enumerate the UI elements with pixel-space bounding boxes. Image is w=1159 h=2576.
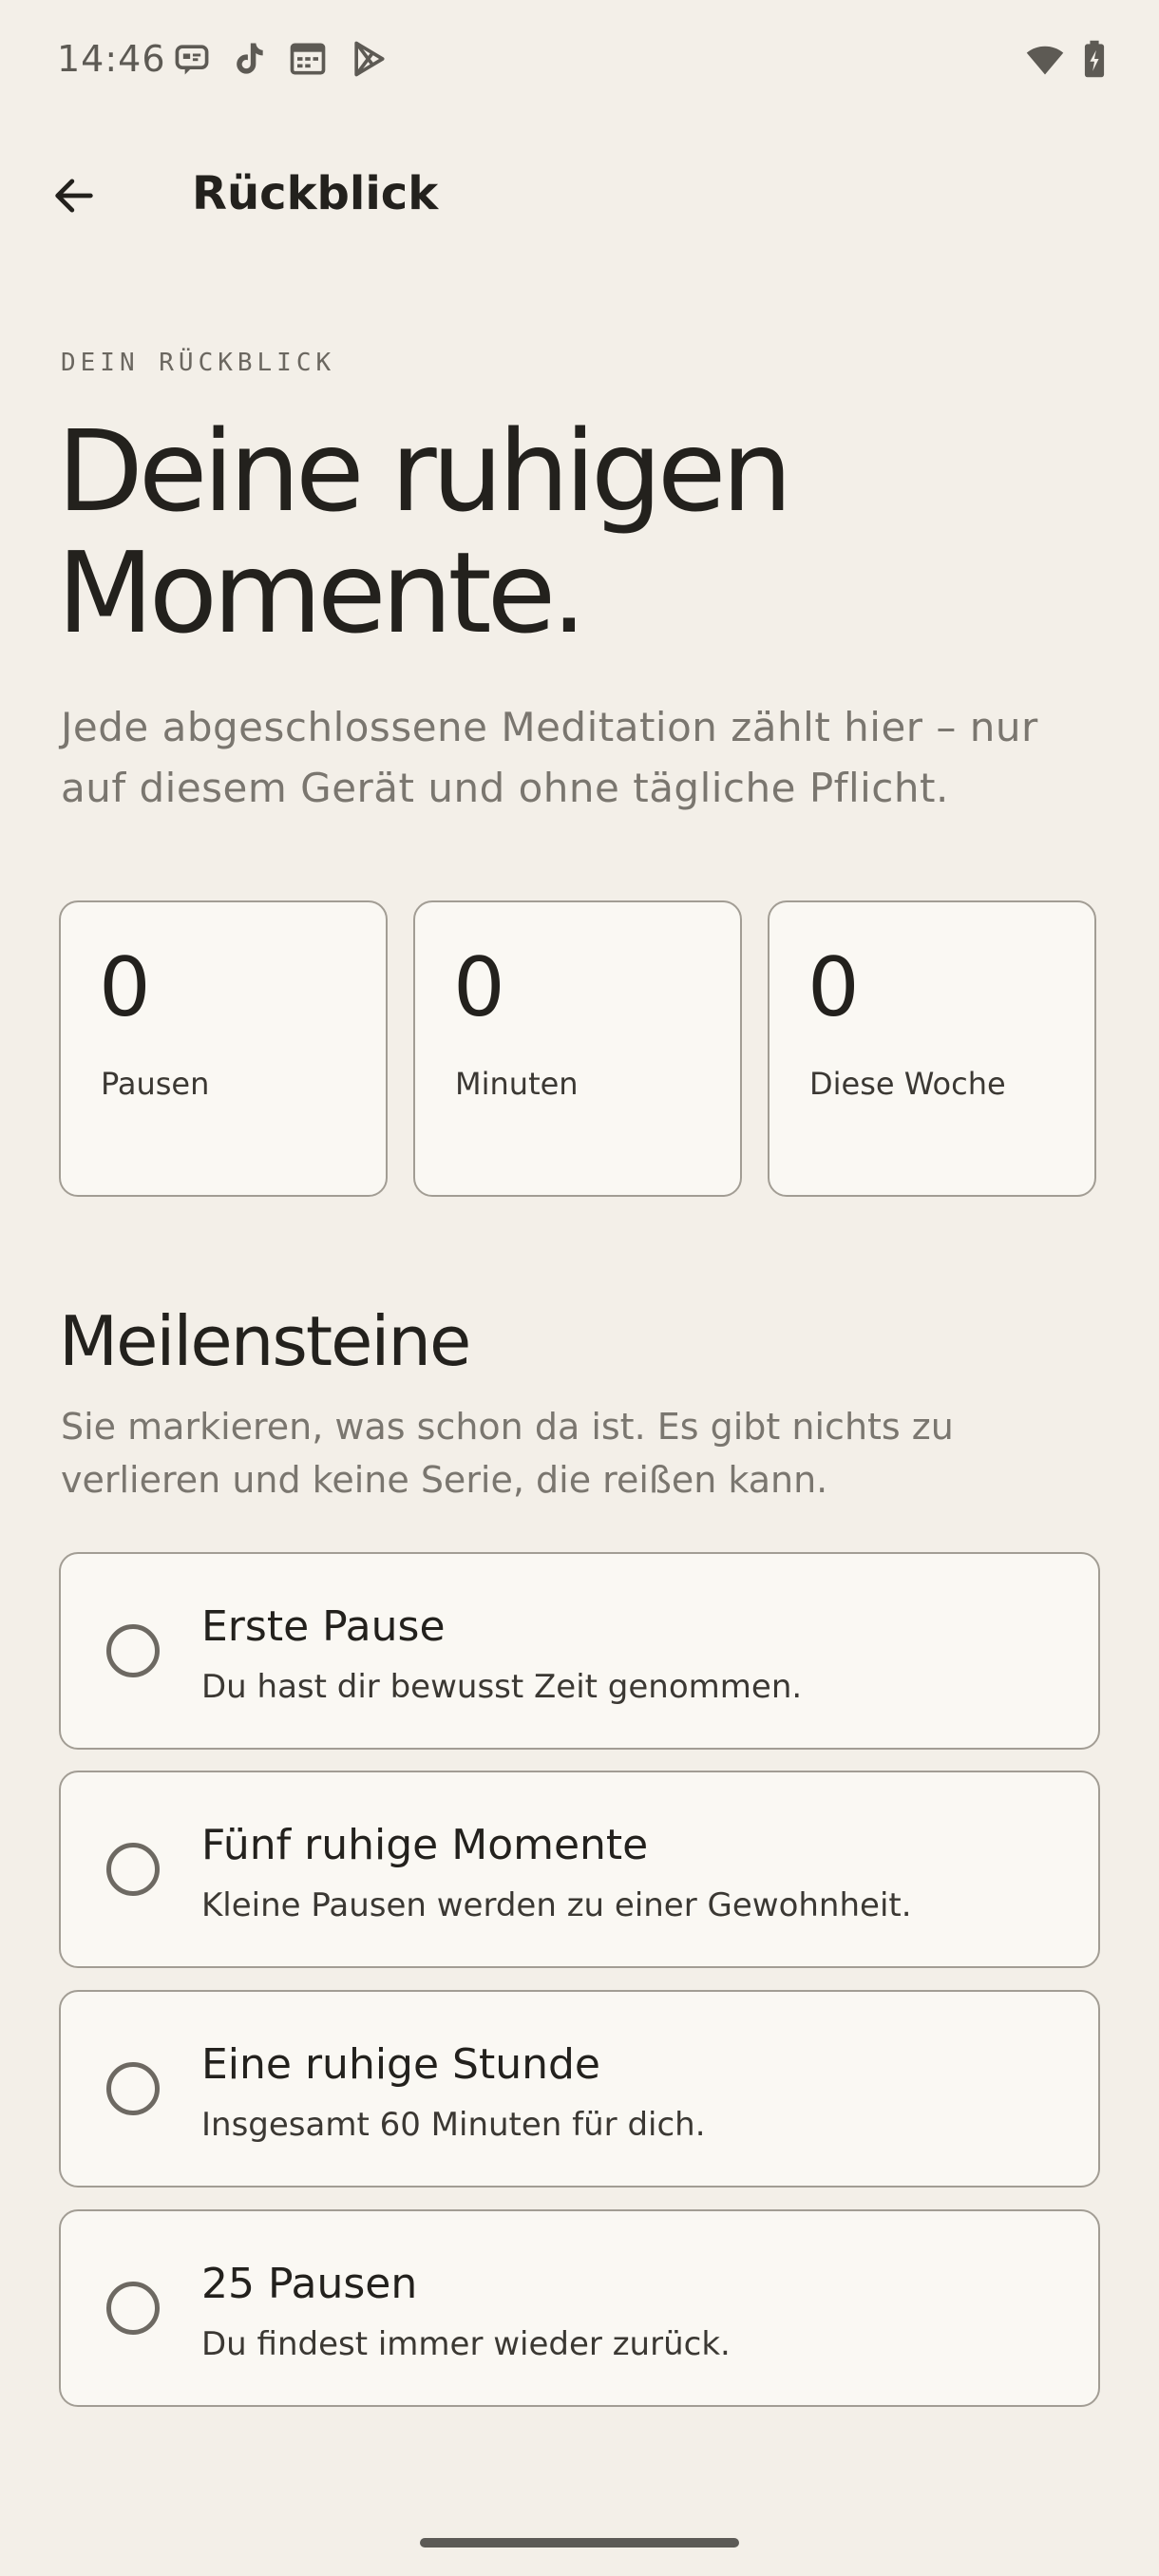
status-bar: 14:46 <box>0 0 1159 118</box>
stat-card-minutes: 0 Minuten <box>413 900 742 1197</box>
milestone-description: Insgesamt 60 Minuten für dich. <box>201 2106 706 2144</box>
wifi-icon <box>1024 38 1066 80</box>
message-icon <box>171 38 213 80</box>
milestone-title: 25 Pausen <box>201 2260 418 2308</box>
milestone-title: Fünf ruhige Momente <box>201 1821 649 1869</box>
stat-value: 0 <box>453 940 505 1035</box>
stat-card-pauses: 0 Pausen <box>59 900 388 1197</box>
status-time: 14:46 <box>57 38 166 80</box>
milestone-status-circle-icon <box>106 1624 160 1677</box>
stat-value: 0 <box>808 940 860 1035</box>
stat-card-this-week: 0 Diese Woche <box>768 900 1096 1197</box>
top-app-bar: Rückblick <box>0 142 1159 247</box>
stat-label: Diese Woche <box>809 1066 1006 1102</box>
milestone-title: Eine ruhige Stunde <box>201 2040 600 2089</box>
headline-line-1: Deine ruhigen <box>57 406 792 537</box>
milestone-card-quiet-hour: Eine ruhige Stunde Insgesamt 60 Minuten … <box>59 1990 1100 2188</box>
headline-line-2: Momente. <box>57 527 587 658</box>
intro-text: Jede abgeschlossene Meditation zählt hie… <box>61 704 1038 811</box>
page-title: Rückblick <box>192 167 439 220</box>
milestone-status-circle-icon <box>106 2062 160 2115</box>
stat-value: 0 <box>99 940 151 1035</box>
play-store-icon <box>348 38 390 80</box>
milestones-subtitle: Sie markieren, was schon da ist. Es gibt… <box>61 1406 954 1501</box>
home-gesture-bar[interactable] <box>420 2538 739 2548</box>
milestone-description: Du findest immer wieder zurück. <box>201 2325 731 2363</box>
milestone-title: Erste Pause <box>201 1602 446 1651</box>
calendar-icon <box>287 38 329 80</box>
milestone-status-circle-icon <box>106 1843 160 1896</box>
milestones-title: Meilensteine <box>59 1301 471 1381</box>
milestone-card-five-moments: Fünf ruhige Momente Kleine Pausen werden… <box>59 1771 1100 1968</box>
milestone-description: Du hast dir bewusst Zeit genommen. <box>201 1668 803 1706</box>
eyebrow-label: DEIN RÜCKBLICK <box>61 349 336 377</box>
back-button[interactable] <box>38 160 110 232</box>
milestone-card-25-pauses: 25 Pausen Du findest immer wieder zurück… <box>59 2209 1100 2407</box>
stat-label: Pausen <box>101 1066 210 1102</box>
arrow-left-icon <box>55 179 93 213</box>
tiktok-icon <box>228 38 270 80</box>
milestone-description: Kleine Pausen werden zu einer Gewohnheit… <box>201 1886 912 1924</box>
stat-label: Minuten <box>455 1066 579 1102</box>
stats-row: 0 Pausen 0 Minuten 0 Diese Woche <box>59 900 1100 1201</box>
milestone-card-first-pause: Erste Pause Du hast dir bewusst Zeit gen… <box>59 1552 1100 1750</box>
battery-charging-icon <box>1074 38 1115 80</box>
headline: Deine ruhigen Momente. <box>57 410 1112 653</box>
milestone-status-circle-icon <box>106 2282 160 2335</box>
